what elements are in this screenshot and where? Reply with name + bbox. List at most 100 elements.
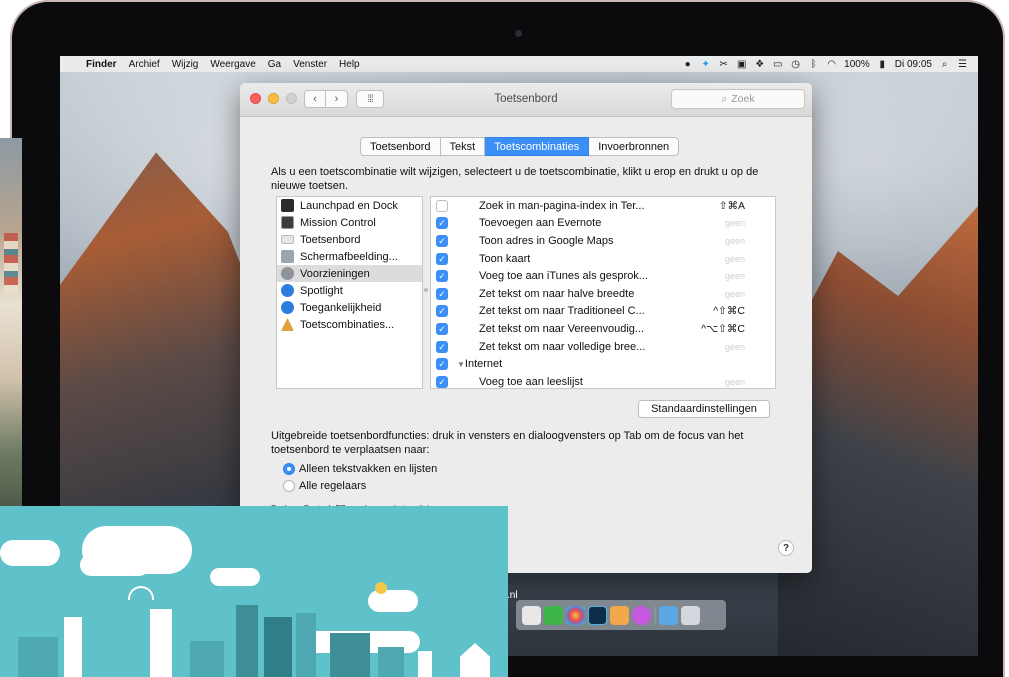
building bbox=[378, 647, 404, 677]
shortcut-group-row[interactable]: ✓ ▼Internet bbox=[431, 355, 775, 373]
shortcut-checkbox[interactable]: ✓ bbox=[436, 234, 448, 247]
menu-venster[interactable]: Venster bbox=[293, 59, 327, 70]
shortcut-key[interactable]: geen bbox=[725, 289, 745, 299]
shortcut-checkbox[interactable] bbox=[436, 199, 448, 212]
group-label[interactable]: ▼Internet bbox=[457, 358, 502, 370]
shortcut-key[interactable]: geen bbox=[725, 218, 745, 228]
category-list: Launchpad en Dock Mission Control Toetse… bbox=[276, 196, 423, 389]
shortcut-checkbox[interactable]: ✓ bbox=[436, 217, 448, 230]
group-checkbox[interactable]: ✓ bbox=[436, 358, 448, 371]
back-button[interactable]: ‹ bbox=[304, 90, 326, 108]
category-services[interactable]: Voorzieningen bbox=[277, 265, 422, 282]
category-launchpad[interactable]: Launchpad en Dock bbox=[277, 197, 422, 214]
category-toetsenbord[interactable]: Toetsenbord bbox=[277, 231, 422, 248]
radio-all-controls[interactable]: Alle regelaars bbox=[283, 480, 366, 492]
shortcut-key[interactable]: ^⇧⌘C bbox=[713, 305, 745, 317]
itunes-icon[interactable] bbox=[632, 605, 651, 625]
shortcut-checkbox[interactable]: ✓ bbox=[436, 305, 448, 318]
notification-center-icon[interactable]: ☰ bbox=[957, 59, 968, 70]
clock[interactable]: Di 09:05 bbox=[895, 59, 932, 70]
trash-icon[interactable] bbox=[681, 605, 700, 625]
category-accessibility[interactable]: Toegankelijkheid bbox=[277, 299, 422, 316]
search-field[interactable]: ⌕ Zoek bbox=[671, 89, 805, 109]
shortcut-key[interactable]: geen bbox=[725, 254, 745, 264]
shortcut-row[interactable]: ✓ Zet tekst om naar Traditioneel C... ^⇧… bbox=[431, 303, 775, 321]
building bbox=[418, 651, 432, 677]
menu-finder[interactable]: Finder bbox=[86, 59, 117, 70]
shortcut-checkbox[interactable]: ✓ bbox=[436, 287, 448, 300]
wifi-icon[interactable]: ◠ bbox=[826, 59, 837, 70]
show-all-button[interactable]: ⁞⁞⁞ bbox=[356, 90, 384, 108]
shortcut-key[interactable]: geen bbox=[725, 271, 745, 281]
radio-button-off[interactable] bbox=[283, 480, 295, 492]
shortcut-row[interactable]: ✓ Toon adres in Google Maps geen bbox=[431, 232, 775, 250]
restore-defaults-button[interactable]: Standaardinstellingen bbox=[638, 400, 770, 418]
notes-icon[interactable] bbox=[522, 605, 541, 625]
cloud-icon bbox=[0, 540, 60, 566]
shortcut-row[interactable]: ✓ Zet tekst om naar Vereenvoudig... ^⌥⇧⌘… bbox=[431, 320, 775, 338]
shortcut-key[interactable]: ⇧⌘A bbox=[719, 200, 745, 212]
evernote-icon[interactable]: ● bbox=[682, 59, 693, 70]
shortcut-checkbox[interactable]: ✓ bbox=[436, 252, 448, 265]
accessibility-icon bbox=[281, 301, 294, 314]
shortcut-label: Voeg toe aan leeslijst bbox=[479, 375, 583, 388]
printer-icon[interactable]: ▣ bbox=[736, 59, 747, 70]
menu-archief[interactable]: Archief bbox=[129, 59, 160, 70]
shortcut-key[interactable]: geen bbox=[725, 236, 745, 246]
facetime-icon[interactable] bbox=[544, 605, 563, 625]
shortcut-checkbox[interactable]: ✓ bbox=[436, 270, 448, 283]
search-icon[interactable]: ⌕ bbox=[939, 59, 950, 70]
sketch-icon[interactable] bbox=[610, 605, 629, 625]
shortcut-row[interactable]: ✓ Toevoegen aan Evernote geen bbox=[431, 215, 775, 233]
help-button[interactable]: ? bbox=[778, 540, 794, 556]
radio-button-on[interactable] bbox=[283, 463, 295, 475]
shortcut-row[interactable]: ✓ Zet tekst om naar halve breedte geen bbox=[431, 285, 775, 303]
category-label: Launchpad en Dock bbox=[300, 199, 398, 212]
folder-icon[interactable] bbox=[659, 605, 678, 625]
twitter-icon[interactable]: ✦ bbox=[700, 59, 711, 70]
category-mission-control[interactable]: Mission Control bbox=[277, 214, 422, 231]
shortcut-row[interactable]: ✓ Zet tekst om naar volledige bree... ge… bbox=[431, 338, 775, 356]
bluetooth-icon[interactable]: ᛒ bbox=[808, 59, 819, 70]
radio-text-boxes-lists[interactable]: Alleen tekstvakken en lijsten bbox=[283, 463, 437, 475]
tab-toetsenbord[interactable]: Toetsenbord bbox=[360, 137, 441, 156]
shortcut-row[interactable]: ✓ Voeg toe aan iTunes als gesprok... gee… bbox=[431, 267, 775, 285]
shortcut-checkbox[interactable]: ✓ bbox=[436, 375, 448, 388]
tab-tekst[interactable]: Tekst bbox=[440, 137, 486, 156]
menu-ga[interactable]: Ga bbox=[268, 59, 281, 70]
shortcut-row[interactable]: Zoek in man-pagina-index in Ter... ⇧⌘A bbox=[431, 197, 775, 215]
shortcut-list: Zoek in man-pagina-index in Ter... ⇧⌘A ✓… bbox=[430, 196, 776, 389]
time-machine-icon[interactable]: ◷ bbox=[790, 59, 801, 70]
menu-wijzig[interactable]: Wijzig bbox=[172, 59, 199, 70]
zoom-icon[interactable] bbox=[286, 93, 297, 104]
battery-percentage[interactable]: 100% bbox=[844, 59, 870, 70]
shortcut-key[interactable]: geen bbox=[725, 342, 745, 352]
category-screenshots[interactable]: Schermafbeelding... bbox=[277, 248, 422, 265]
menu-help[interactable]: Help bbox=[339, 59, 360, 70]
minimize-icon[interactable] bbox=[268, 93, 279, 104]
shortcut-checkbox[interactable]: ✓ bbox=[436, 322, 448, 335]
title-bar[interactable]: ‹ › ⁞⁞⁞ Toetsenbord ⌕ Zoek bbox=[240, 83, 812, 117]
tab-bar: Toetsenbord Tekst Toetscombinaties Invoe… bbox=[360, 137, 680, 156]
app-shortcuts-icon bbox=[281, 318, 294, 331]
forward-button[interactable]: › bbox=[326, 90, 348, 108]
shortcut-row[interactable]: ✓ Toon kaart geen bbox=[431, 250, 775, 268]
category-spotlight[interactable]: Spotlight bbox=[277, 282, 422, 299]
keyboard-preferences-window: ‹ › ⁞⁞⁞ Toetsenbord ⌕ Zoek Toetsenbord T… bbox=[240, 83, 812, 573]
tab-invoerbronnen[interactable]: Invoerbronnen bbox=[589, 137, 680, 156]
battery-icon[interactable]: ▮ bbox=[877, 59, 888, 70]
photos-icon[interactable] bbox=[566, 605, 585, 625]
splitter-handle[interactable] bbox=[424, 288, 428, 292]
shortcut-key[interactable]: geen bbox=[725, 377, 745, 387]
shortcut-key[interactable]: ^⌥⇧⌘C bbox=[701, 323, 745, 335]
scissors-icon[interactable]: ✂ bbox=[718, 59, 729, 70]
shortcut-checkbox[interactable]: ✓ bbox=[436, 340, 448, 353]
tab-toetscombinaties[interactable]: Toetscombinaties bbox=[485, 137, 590, 156]
menu-weergave[interactable]: Weergave bbox=[210, 59, 255, 70]
dropbox-icon[interactable]: ❖ bbox=[754, 59, 765, 70]
airplay-icon[interactable]: ▭ bbox=[772, 59, 783, 70]
shortcut-row[interactable]: ✓ Voeg toe aan leeslijst geen bbox=[431, 373, 775, 388]
close-icon[interactable] bbox=[250, 93, 261, 104]
photoshop-icon[interactable] bbox=[588, 605, 607, 625]
category-app-shortcuts[interactable]: Toetscombinaties... bbox=[277, 316, 422, 333]
